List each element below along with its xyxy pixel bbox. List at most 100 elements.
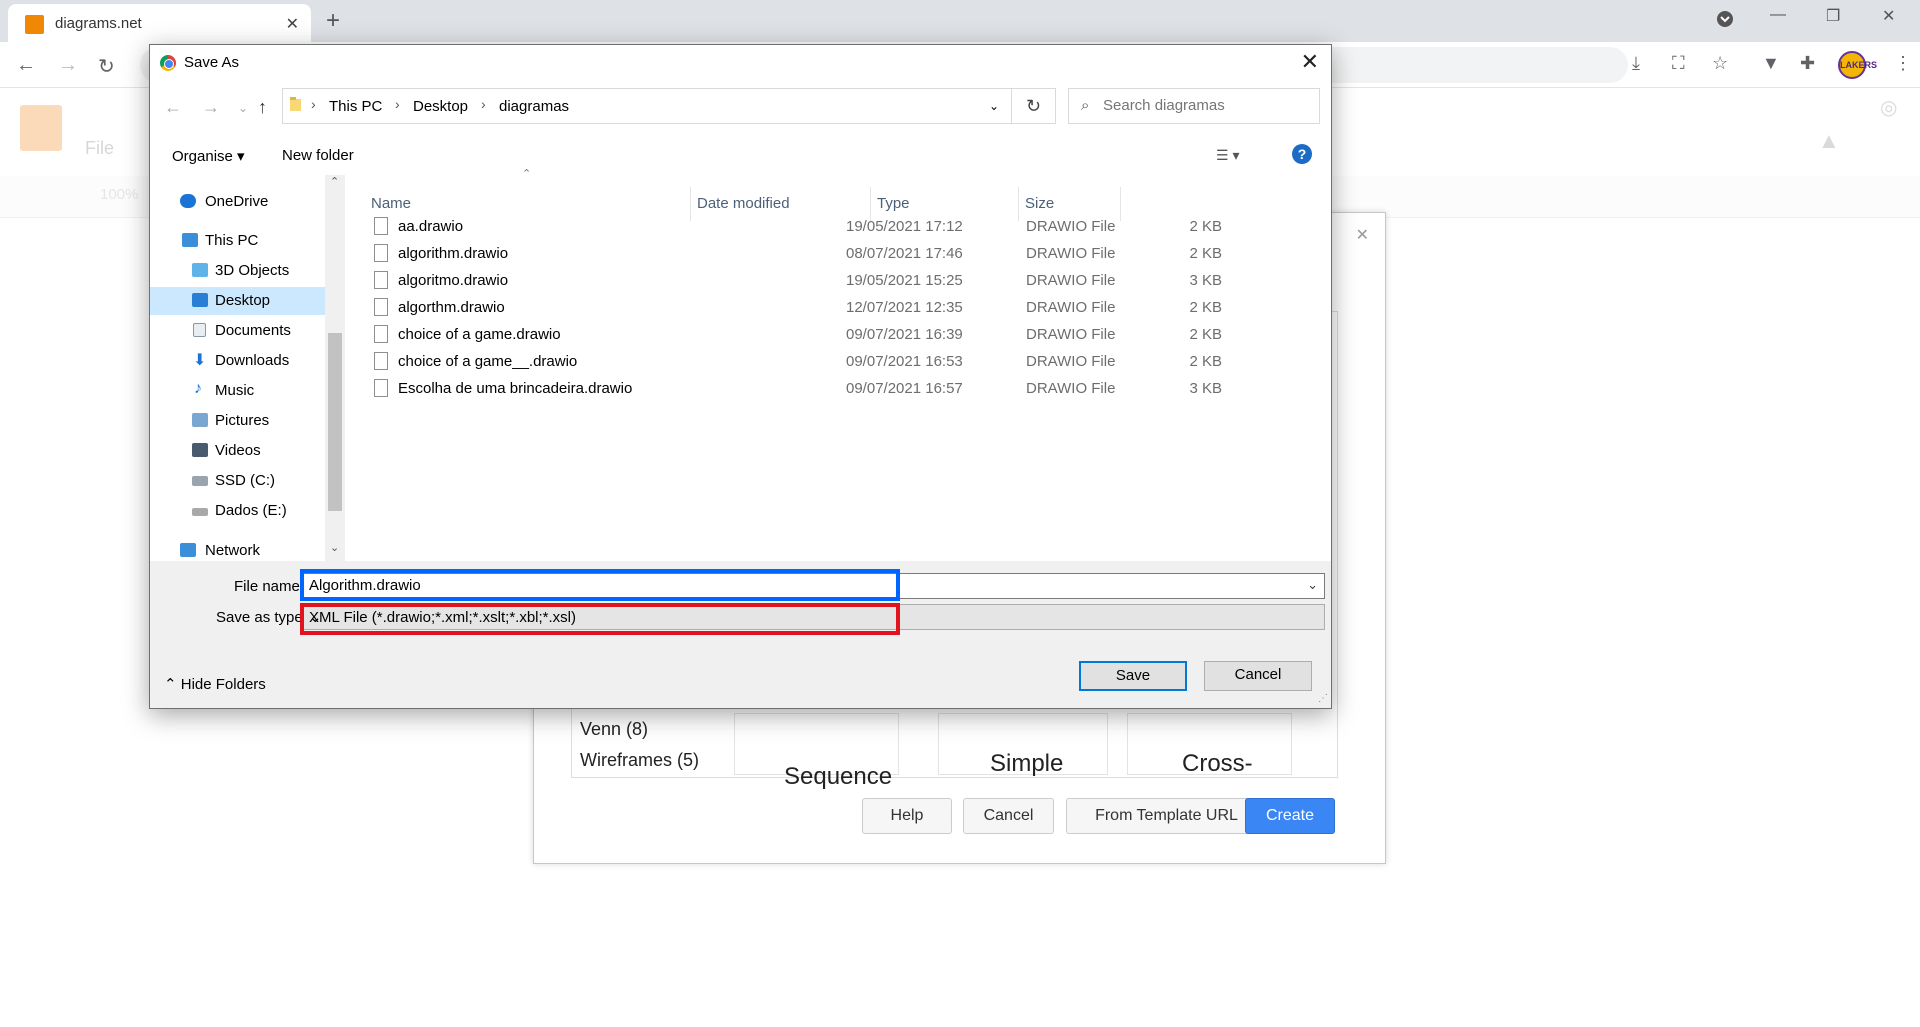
scroll-up-icon[interactable]: ⌃ bbox=[330, 175, 339, 188]
nav-item-label: Desktop bbox=[215, 292, 271, 309]
search-input[interactable] bbox=[1103, 97, 1303, 114]
recent-locations-icon[interactable]: ⌄ bbox=[238, 101, 248, 115]
refresh-icon[interactable]: ↻ bbox=[1012, 88, 1056, 124]
nav-item-downloads[interactable]: ⬇ Downloads bbox=[150, 347, 325, 375]
crumb-diagramas[interactable]: diagramas bbox=[499, 98, 569, 115]
menu-kebab-icon[interactable]: ⋮ bbox=[1894, 53, 1912, 74]
notification-bell-icon[interactable]: ▲ bbox=[1818, 128, 1840, 154]
nav-item-music[interactable]: ♪ Music bbox=[150, 377, 325, 405]
help-icon[interactable]: ? bbox=[1292, 144, 1312, 164]
file-name-highlight bbox=[300, 569, 900, 601]
nav-item-label: This PC bbox=[205, 232, 259, 249]
nav-item-ssd-c[interactable]: SSD (C:) bbox=[150, 467, 325, 495]
install-icon[interactable]: ⤓ bbox=[1632, 53, 1640, 74]
nav-item-desktop[interactable]: Desktop bbox=[150, 287, 325, 315]
tab-title: diagrams.net bbox=[55, 15, 142, 32]
navigation-pane: OneDrive This PC 3D Objects Desktop Docu… bbox=[150, 175, 346, 561]
scroll-down-icon[interactable]: ⌄ bbox=[330, 541, 339, 554]
nav-forward-icon[interactable]: → bbox=[202, 97, 220, 118]
browser-tab[interactable]: diagrams.net ✕ bbox=[8, 4, 311, 42]
file-size: 2 KB bbox=[1189, 299, 1222, 316]
browser-tabstrip: diagrams.net ✕ + — ❐ ✕ bbox=[0, 0, 1920, 42]
nav-back-icon[interactable]: ← bbox=[164, 97, 182, 118]
minimize-icon[interactable]: — bbox=[1770, 6, 1786, 24]
nav-up-icon[interactable]: ↑ bbox=[258, 97, 267, 118]
scrollbar-thumb[interactable] bbox=[328, 333, 342, 511]
network-icon bbox=[180, 543, 196, 557]
category-venn[interactable]: Venn (8) bbox=[580, 719, 648, 740]
svg-text:?: ? bbox=[1298, 146, 1307, 162]
file-row[interactable]: choice of a game__.drawio 09/07/2021 16:… bbox=[350, 348, 1222, 375]
address-dropdown-icon[interactable]: ⌄ bbox=[989, 99, 999, 113]
new-tab-icon[interactable]: + bbox=[326, 7, 340, 35]
organise-button[interactable]: Organise ▾ bbox=[172, 147, 245, 165]
nav-item-pictures[interactable]: Pictures bbox=[150, 407, 325, 435]
nav-item-label: Music bbox=[215, 382, 255, 399]
forward-icon[interactable]: → bbox=[58, 54, 78, 77]
translate-icon[interactable]: ⛶ bbox=[1672, 53, 1685, 74]
tab-close-icon[interactable]: ✕ bbox=[286, 14, 299, 34]
file-row[interactable]: algoritmo.drawio 19/05/2021 15:25 DRAWIO… bbox=[350, 267, 1222, 294]
menu-file[interactable]: File bbox=[85, 138, 114, 159]
file-row[interactable]: choice of a game.drawio 09/07/2021 16:39… bbox=[350, 321, 1222, 348]
nav-item-label: Pictures bbox=[215, 412, 270, 429]
puzzle-extensions-icon[interactable]: ✚ bbox=[1800, 53, 1815, 74]
restore-icon[interactable]: ❐ bbox=[1826, 6, 1840, 26]
nav-item-label: Documents bbox=[215, 322, 291, 339]
crumb-separator-icon: › bbox=[311, 96, 316, 112]
from-template-url-button[interactable]: From Template URL bbox=[1066, 798, 1267, 834]
file-name-label: File name: bbox=[234, 578, 305, 595]
template-close-icon[interactable]: ✕ bbox=[1356, 225, 1369, 245]
tab-search-icon[interactable] bbox=[1716, 10, 1734, 28]
cancel-button[interactable]: Cancel bbox=[1204, 661, 1312, 691]
resize-grip-icon[interactable]: ⋰ bbox=[1318, 693, 1328, 704]
drive-icon bbox=[192, 508, 208, 516]
create-button[interactable]: Create bbox=[1245, 798, 1335, 834]
crumb-separator-icon: › bbox=[395, 96, 400, 112]
file-icon bbox=[374, 379, 388, 397]
template-label-sequence: Sequence bbox=[784, 763, 893, 790]
nav-item-3d-objects[interactable]: 3D Objects bbox=[150, 257, 325, 285]
back-icon[interactable]: ← bbox=[16, 54, 36, 77]
save-button[interactable]: Save bbox=[1079, 661, 1187, 691]
nav-item-documents[interactable]: Documents bbox=[150, 317, 325, 345]
folder-icon bbox=[289, 96, 303, 112]
file-size: 2 KB bbox=[1189, 353, 1222, 370]
file-size: 2 KB bbox=[1189, 218, 1222, 235]
nav-scrollbar[interactable]: ⌃ ⌄ bbox=[325, 175, 345, 561]
nav-item-label: Network bbox=[205, 542, 261, 559]
search-box[interactable]: ⌕ bbox=[1068, 88, 1320, 124]
extension-icon[interactable]: ▼ bbox=[1762, 53, 1780, 74]
file-row[interactable]: algorthm.drawio 12/07/2021 12:35 DRAWIO … bbox=[350, 294, 1222, 321]
window-close-icon[interactable]: ✕ bbox=[1882, 6, 1895, 26]
category-wireframes[interactable]: Wireframes (5) bbox=[580, 750, 699, 771]
save-options-pane: File name: ⌄ Save as type: XML File (*.d… bbox=[150, 561, 1331, 708]
view-options-icon[interactable]: ☰ ▾ bbox=[1216, 147, 1239, 164]
nav-item-this-pc[interactable]: This PC bbox=[150, 227, 325, 255]
template-label-simple: Simple bbox=[990, 750, 1064, 777]
reload-icon[interactable]: ↻ bbox=[98, 54, 115, 79]
breadcrumb[interactable]: › This PC › Desktop › diagramas ⌄ bbox=[282, 88, 1012, 124]
crumb-separator-icon: › bbox=[481, 96, 486, 112]
nav-item-videos[interactable]: Videos bbox=[150, 437, 325, 465]
crumb-this-pc[interactable]: This PC bbox=[329, 98, 382, 115]
language-globe-icon[interactable]: ◎ bbox=[1880, 95, 1897, 120]
zoom-level[interactable]: 100% bbox=[100, 186, 138, 203]
template-label-cross: Cross- bbox=[1182, 750, 1253, 777]
bookmark-star-icon[interactable]: ☆ bbox=[1712, 53, 1728, 74]
dialog-close-icon[interactable]: ✕ bbox=[1301, 49, 1319, 75]
profile-avatar[interactable]: LAKERS bbox=[1838, 51, 1877, 79]
new-folder-button[interactable]: New folder bbox=[282, 147, 354, 164]
nav-item-dados-e[interactable]: Dados (E:) bbox=[150, 497, 325, 525]
file-row[interactable]: algorithm.drawio 08/07/2021 17:46 DRAWIO… bbox=[350, 240, 1222, 267]
crumb-desktop[interactable]: Desktop bbox=[413, 98, 468, 115]
desktop-icon bbox=[192, 293, 208, 307]
hide-folders-button[interactable]: ⌃ Hide Folders bbox=[164, 675, 266, 693]
help-button[interactable]: Help bbox=[862, 798, 952, 834]
file-row[interactable]: aa.drawio 19/05/2021 17:12 DRAWIO File 2… bbox=[350, 213, 1222, 240]
file-name-dropdown-icon[interactable]: ⌄ bbox=[1307, 577, 1318, 593]
save-type-highlight bbox=[300, 603, 900, 635]
template-cancel-button[interactable]: Cancel bbox=[963, 798, 1054, 834]
file-row[interactable]: Escolha de uma brincadeira.drawio 09/07/… bbox=[350, 375, 1222, 402]
nav-item-onedrive[interactable]: OneDrive bbox=[150, 188, 325, 216]
